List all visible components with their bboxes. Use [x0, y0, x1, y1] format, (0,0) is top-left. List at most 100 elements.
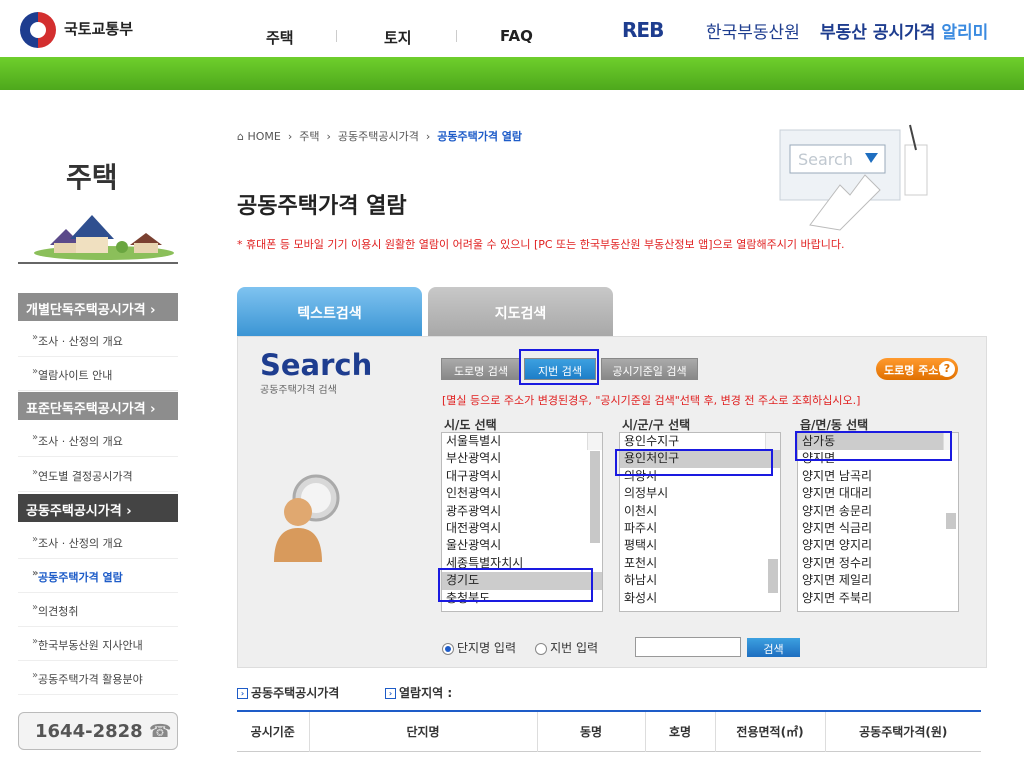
person-search-icon [274, 474, 340, 562]
menu-item-survey-overview[interactable]: 조사 · 산정의 개요 [18, 526, 178, 559]
list-option[interactable]: 의정부시 [620, 485, 780, 502]
reb-name: 한국부동산원 [706, 23, 800, 43]
scrollbar-thumb[interactable] [946, 513, 956, 529]
search-button[interactable]: 검색 [747, 638, 800, 657]
menu-standard-house[interactable]: 표준단독주택공시가격 › [18, 392, 178, 420]
menu-item-survey-overview[interactable]: 조사 · 산정의 개요 [18, 324, 178, 357]
input-type-radio-group: 단지명 입력 지번 입력 [442, 639, 598, 656]
help-icon: ? [939, 361, 955, 377]
list-option[interactable]: 양지면 남곡리 [798, 468, 958, 485]
menu-item-usage[interactable]: 공동주택가격 활용분야 [18, 662, 178, 695]
list-option[interactable]: 양지면 대대리 [798, 485, 958, 502]
list-option[interactable]: 대전광역시 [442, 520, 602, 537]
road-address-button[interactable]: 도로명 주소란? [876, 358, 958, 380]
list-option[interactable]: 양지면 주북리 [798, 590, 958, 607]
list-option[interactable]: 화성시 [620, 590, 780, 607]
menu-individual-house[interactable]: 개별단독주택공시가격 › [18, 293, 178, 321]
scrollbar-thumb[interactable] [590, 451, 600, 543]
list-option[interactable]: 용인수지구 [620, 433, 780, 450]
list-option[interactable]: 양지면 식금리 [798, 520, 958, 537]
list-option[interactable]: 포천시 [620, 555, 780, 572]
phone-icon: ☎ [148, 721, 172, 742]
result-region: › 열람지역 : [385, 684, 452, 701]
menu-item-site-guide[interactable]: 열람사이트 안내 [18, 358, 178, 391]
phone-number-text: 1644-2828 [35, 721, 143, 742]
radio-lot-number-label[interactable]: 지번 입력 [550, 641, 598, 655]
sidebar-title: 주택 [66, 161, 118, 194]
site-title-main: 부동산 공시가격 [820, 23, 936, 43]
list-option[interactable]: 양지면 송문리 [798, 503, 958, 520]
search-subheading: 공동주택가격 검색 [260, 385, 337, 396]
search-illustration-icon: Search [779, 124, 928, 231]
result-label: › 공동주택공시가격 [237, 684, 339, 701]
nav-faq[interactable]: FAQ [500, 27, 533, 45]
site-title-accent: 알리미 [941, 23, 989, 43]
ministry-logo-mark [30, 22, 46, 38]
road-name-search-button[interactable]: 도로명 검색 [441, 358, 521, 380]
radio-lot-number[interactable] [535, 642, 548, 655]
menu-item-branch-guide[interactable]: 한국부동산원 지사안내 [18, 628, 178, 661]
list-option[interactable]: 서울특별시 [442, 433, 602, 450]
list-option[interactable]: 하남시 [620, 572, 780, 589]
scrollbar-thumb[interactable] [768, 559, 778, 593]
list-option[interactable]: 대구광역시 [442, 468, 602, 485]
home-icon: ⌂ [237, 130, 244, 143]
nav-divider [456, 30, 457, 42]
svg-text:Search: Search [798, 150, 853, 169]
result-label-text: 공동주택공시가격 [251, 686, 340, 700]
list-option[interactable]: 파주시 [620, 520, 780, 537]
houses-illustration-icon [34, 215, 174, 260]
nav-land[interactable]: 토지 [384, 27, 412, 48]
menu-item-apartment-price-view[interactable]: 공동주택가격 열람 [18, 560, 178, 593]
tab-map-search[interactable]: 지도검색 [428, 287, 613, 336]
sido-highlight [438, 568, 593, 602]
green-banner [0, 57, 1024, 90]
address-change-note: [멸실 등으로 주소가 변경된경우, "공시기준일 검색"선택 후, 변경 전 … [442, 394, 861, 407]
list-option[interactable]: 양지면 양지리 [798, 537, 958, 554]
sigungu-label: 시/군/구 선택 [622, 418, 691, 432]
list-option[interactable]: 인천광역시 [442, 485, 602, 502]
reb-logo[interactable]: REB [622, 18, 664, 42]
breadcrumb-home[interactable]: HOME [247, 130, 280, 143]
list-option[interactable]: 평택시 [620, 537, 780, 554]
scrollbar[interactable] [587, 433, 602, 543]
list-option[interactable]: 부산광역시 [442, 450, 602, 467]
phone-number: 1644-2828 ☎ [18, 712, 178, 750]
list-option[interactable]: 양지면 정수리 [798, 555, 958, 572]
menu-item-opinion[interactable]: 의견청취 [18, 594, 178, 627]
result-region-text: 열람지역 : [399, 686, 453, 700]
breadcrumb: ⌂ HOME › 주택 › 공동주택공시가격 › 공동주택가격 열람 [237, 130, 523, 143]
arrow-box-icon: › [237, 688, 248, 699]
result-table: 공시기준 단지명 동명 호명 전용면적(㎡) 공동주택가격(원) [237, 710, 981, 752]
sigungu-highlight [615, 449, 773, 476]
menu-apartment[interactable]: 공동주택공시가격 › [18, 494, 178, 522]
sido-label: 시/도 선택 [444, 418, 497, 432]
mobile-notice: * 휴대폰 등 모바일 기기 이용시 원활한 열람이 어려울 수 있으니 [PC… [237, 238, 845, 251]
nav-divider [336, 30, 337, 42]
announcement-date-search-button[interactable]: 공시기준일 검색 [601, 358, 698, 380]
page-title: 공동주택가격 열람 [237, 194, 407, 219]
arrow-box-icon: › [385, 688, 396, 699]
site-title[interactable]: 부동산 공시가격 알리미 [820, 18, 988, 43]
radio-complex-name[interactable] [442, 642, 454, 655]
col-price: 공동주택가격(원) [824, 711, 981, 751]
breadcrumb-item[interactable]: 주택 [299, 130, 319, 143]
search-heading: Search [260, 348, 373, 382]
result-table-header: 공시기준 단지명 동명 호명 전용면적(㎡) 공동주택가격(원) [237, 711, 981, 751]
list-option[interactable]: 울산광역시 [442, 537, 602, 554]
sidebar-divider [18, 262, 178, 264]
nav-housing[interactable]: 주택 [266, 27, 294, 48]
search-input[interactable] [635, 637, 741, 657]
breadcrumb-item[interactable]: 공동주택공시가격 [338, 130, 419, 143]
list-option[interactable]: 양지면 제일리 [798, 572, 958, 589]
menu-item-yearly-price[interactable]: 연도별 결정공시가격 [18, 459, 178, 492]
tab-text-search[interactable]: 텍스트검색 [237, 287, 422, 336]
scrollbar[interactable] [765, 433, 780, 593]
list-option[interactable]: 이천시 [620, 503, 780, 520]
col-unit: 호명 [644, 711, 715, 751]
ministry-name[interactable]: 국토교통부 [64, 18, 133, 39]
radio-complex-name-label[interactable]: 단지명 입력 [457, 641, 516, 655]
list-option[interactable]: 광주광역시 [442, 503, 602, 520]
menu-item-survey-overview[interactable]: 조사 · 산정의 개요 [18, 424, 178, 457]
col-area: 전용면적(㎡) [714, 711, 825, 751]
